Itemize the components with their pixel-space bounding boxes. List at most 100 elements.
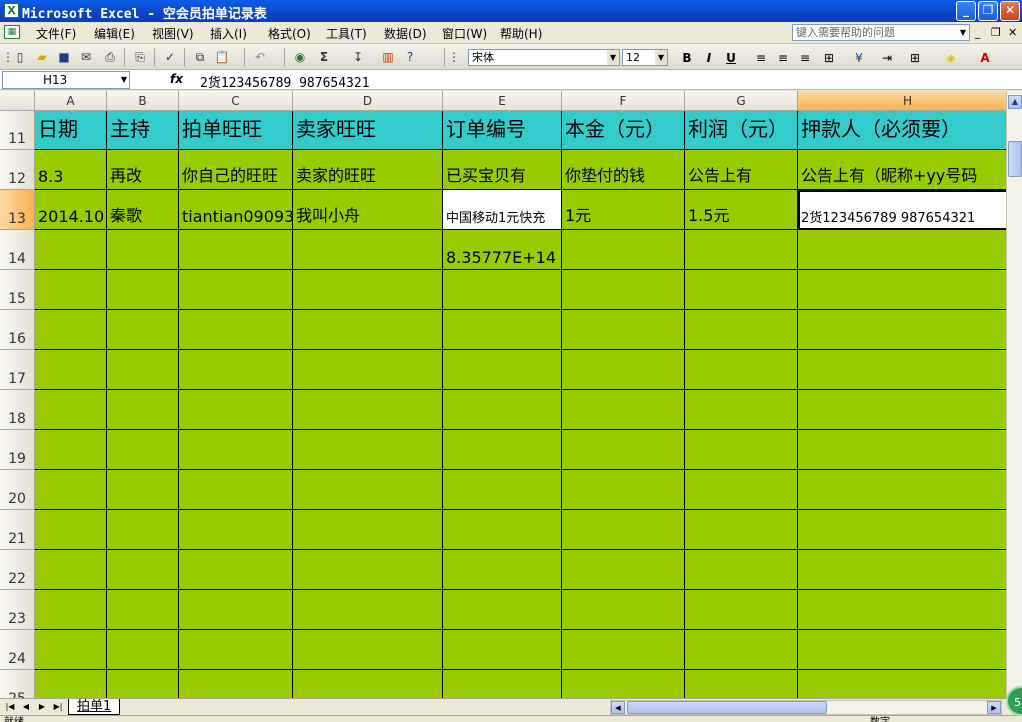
cell-e25[interactable] xyxy=(443,670,562,698)
help-search-input[interactable]: 键入需要帮助的问题 ▼ xyxy=(792,24,970,41)
cell-e20[interactable] xyxy=(443,470,562,510)
column-header-a[interactable]: A xyxy=(35,91,107,111)
cell-h24[interactable] xyxy=(798,630,1006,670)
copy-icon[interactable]: ⧉ xyxy=(192,49,208,65)
chevron-down-icon[interactable]: ▼ xyxy=(607,50,619,65)
cell-d14[interactable] xyxy=(293,230,443,270)
increase-indent-icon[interactable]: ⇥ xyxy=(878,50,896,66)
fill-color-icon[interactable]: ◈ xyxy=(942,50,960,66)
align-left-icon[interactable]: ≡ xyxy=(752,50,770,66)
menu-insert[interactable]: 插入(I) xyxy=(210,25,247,42)
cell-c19[interactable] xyxy=(179,430,293,470)
borders-icon[interactable]: ⊞ xyxy=(906,50,924,66)
scroll-right-icon[interactable]: ▶ xyxy=(987,701,1001,714)
cell-h15[interactable] xyxy=(798,270,1006,310)
cell-g25[interactable] xyxy=(685,670,798,698)
scroll-left-icon[interactable]: ◀ xyxy=(611,701,625,714)
cell-b24[interactable] xyxy=(107,630,179,670)
row-header[interactable]: 11 xyxy=(0,111,35,150)
cell-g17[interactable] xyxy=(685,350,798,390)
chart-wizard-icon[interactable]: ▥ xyxy=(380,49,396,65)
doc-minimize-button[interactable]: _ xyxy=(975,26,981,39)
print-icon[interactable]: ⎙ xyxy=(102,49,118,65)
cell-b19[interactable] xyxy=(107,430,179,470)
cell-a15[interactable] xyxy=(35,270,107,310)
row-header[interactable]: 14 xyxy=(0,230,35,270)
horizontal-scrollbar[interactable]: ◀ ▶ xyxy=(610,700,1002,715)
menu-data[interactable]: 数据(D) xyxy=(384,25,427,42)
cell-g19[interactable] xyxy=(685,430,798,470)
column-header-g[interactable]: G xyxy=(685,91,798,111)
row-header[interactable]: 23 xyxy=(0,590,35,630)
cell-c25[interactable] xyxy=(179,670,293,698)
column-header-c[interactable]: C xyxy=(179,91,293,111)
new-icon[interactable]: ▯ xyxy=(12,49,28,65)
cell-h22[interactable] xyxy=(798,550,1006,590)
cell-h21[interactable] xyxy=(798,510,1006,550)
cell-d11[interactable]: 卖家旺旺 xyxy=(293,111,443,150)
column-header-f[interactable]: F xyxy=(562,91,685,111)
cell-b21[interactable] xyxy=(107,510,179,550)
doc-restore-button[interactable]: ❐ xyxy=(991,26,1001,39)
spelling-icon[interactable]: ✓ xyxy=(162,49,178,65)
cell-b22[interactable] xyxy=(107,550,179,590)
cell-f19[interactable] xyxy=(562,430,685,470)
hyperlink-icon[interactable]: ◉ xyxy=(292,49,308,65)
spreadsheet-grid[interactable]: A B C D E F G H 11 日期 主持 拍单旺旺 卖家旺旺 订单编号 本金（元） 利… xyxy=(0,91,1006,698)
cell-a25[interactable] xyxy=(35,670,107,698)
currency-icon[interactable]: ¥ xyxy=(850,50,868,66)
menu-window[interactable]: 窗口(W) xyxy=(442,25,487,42)
paste-icon[interactable]: 📋 xyxy=(214,49,230,65)
cell-b18[interactable] xyxy=(107,390,179,430)
cell-e15[interactable] xyxy=(443,270,562,310)
cell-g15[interactable] xyxy=(685,270,798,310)
cell-e13[interactable]: 中国移动1元快充 xyxy=(443,190,562,230)
cell-h11[interactable]: 押款人（必须要） xyxy=(798,111,1006,150)
underline-button[interactable]: U xyxy=(722,50,740,66)
sheet-tab[interactable]: 拍单1 xyxy=(68,699,121,715)
cell-b17[interactable] xyxy=(107,350,179,390)
cell-d22[interactable] xyxy=(293,550,443,590)
chevron-down-icon[interactable]: ▼ xyxy=(655,50,667,65)
cell-b14[interactable] xyxy=(107,230,179,270)
permission-icon[interactable]: ✉ xyxy=(78,49,94,65)
align-right-icon[interactable]: ≡ xyxy=(796,50,814,66)
horizontal-scroll-thumb[interactable] xyxy=(627,701,827,714)
cell-d18[interactable] xyxy=(293,390,443,430)
row-header[interactable]: 15 xyxy=(0,270,35,310)
select-all-corner[interactable] xyxy=(0,91,35,111)
cell-c14[interactable] xyxy=(179,230,293,270)
cell-c22[interactable] xyxy=(179,550,293,590)
menu-file[interactable]: 文件(F) xyxy=(36,25,76,42)
cell-d15[interactable] xyxy=(293,270,443,310)
scroll-up-icon[interactable]: ▲ xyxy=(1008,95,1022,109)
cell-g16[interactable] xyxy=(685,310,798,350)
first-sheet-icon[interactable]: |◀ xyxy=(4,700,16,714)
cell-g14[interactable] xyxy=(685,230,798,270)
name-box[interactable]: H13 ▼ xyxy=(2,71,130,89)
vertical-scrollbar[interactable]: ▲ xyxy=(1006,91,1022,698)
cell-f11[interactable]: 本金（元） xyxy=(562,111,685,150)
row-header[interactable]: 21 xyxy=(0,510,35,550)
align-center-icon[interactable]: ≡ xyxy=(774,50,792,66)
font-color-icon[interactable]: A xyxy=(976,50,994,66)
prev-sheet-icon[interactable]: ◀ xyxy=(20,700,32,714)
cell-d17[interactable] xyxy=(293,350,443,390)
column-header-d[interactable]: D xyxy=(293,91,443,111)
formula-input[interactable]: 2货123456789 987654321 xyxy=(200,72,370,91)
cell-b11[interactable]: 主持 xyxy=(107,111,179,150)
function-icon[interactable]: fx xyxy=(170,72,183,86)
row-header[interactable]: 16 xyxy=(0,310,35,350)
restore-button[interactable]: ❐ xyxy=(978,1,998,21)
row-header[interactable]: 24 xyxy=(0,630,35,670)
cell-d21[interactable] xyxy=(293,510,443,550)
cell-f24[interactable] xyxy=(562,630,685,670)
cell-b12[interactable]: 再改 xyxy=(107,150,179,190)
cell-d23[interactable] xyxy=(293,590,443,630)
cell-e16[interactable] xyxy=(443,310,562,350)
cell-h14[interactable] xyxy=(798,230,1006,270)
cell-a13[interactable]: 2014.10 xyxy=(35,190,107,230)
cell-a23[interactable] xyxy=(35,590,107,630)
cell-f18[interactable] xyxy=(562,390,685,430)
cell-f21[interactable] xyxy=(562,510,685,550)
